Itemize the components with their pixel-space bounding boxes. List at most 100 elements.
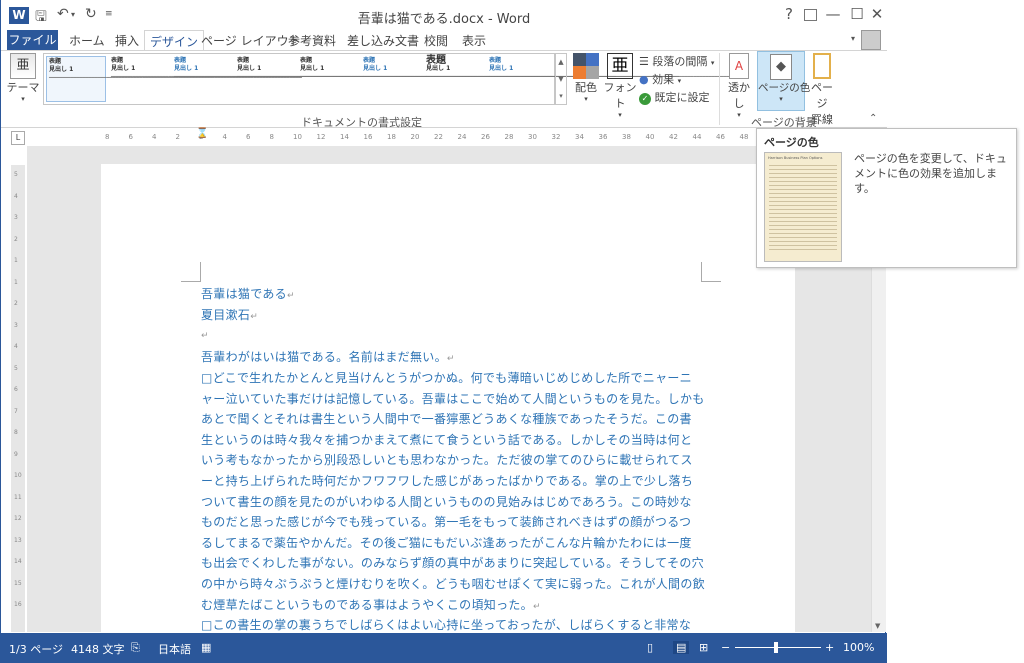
restore-button[interactable]: ☐ bbox=[847, 5, 867, 23]
colors-icon bbox=[573, 53, 599, 79]
effects-button[interactable]: ● 効果 ▾ bbox=[639, 71, 681, 87]
style-set-title: 表題 bbox=[426, 55, 446, 66]
paragraph-line: ャー泣いていた事だけは記憶している。吾輩はここで始めて人間というものを見た。しか… bbox=[201, 391, 705, 406]
effects-label: 効果 bbox=[652, 73, 675, 86]
tab-review[interactable]: 校閲 bbox=[424, 32, 448, 49]
theme-button[interactable]: 亜 テーマ ▾ bbox=[5, 53, 41, 103]
ruler-tick-label: 2 bbox=[175, 133, 180, 141]
ruler-tick-label: 36 bbox=[598, 133, 608, 141]
word-count[interactable]: 4148 文字 bbox=[71, 641, 125, 657]
tab-home[interactable]: ホーム bbox=[69, 32, 105, 49]
paragraph-line: いう考もなかったから別段恐しいとも思わなかった。ただ彼の掌てのひらに載せられてス bbox=[201, 453, 693, 468]
tab-insert[interactable]: 挿入 bbox=[115, 32, 139, 49]
set-default-button[interactable]: ✓ 既定に設定 bbox=[639, 89, 710, 105]
indent-marker-icon[interactable]: ⌛ bbox=[196, 128, 208, 139]
watermark-button[interactable]: A 透かし ▾ bbox=[723, 53, 755, 119]
ruler-tick-label: 38 bbox=[622, 133, 631, 141]
horizontal-ruler[interactable]: 8 6 4 2 2 4 6 8 10 12 14 16 18 20 22 24 26 28 30 32 34 36 38 40… bbox=[101, 128, 756, 145]
style-set-item[interactable]: 表題 見出し 1 ━━━━━━━━━━━━━━━━━━━━━━━━━━━━━━━━━… bbox=[487, 56, 742, 102]
style-set-heading: 見出し 1 bbox=[300, 65, 325, 72]
colors-button[interactable]: 配色 ▾ bbox=[571, 53, 601, 103]
zoom-in-button[interactable]: + bbox=[825, 641, 834, 654]
tab-file[interactable]: ファイル bbox=[7, 30, 58, 50]
collapse-ribbon-icon[interactable]: ⌃ bbox=[869, 113, 877, 124]
zoom-out-button[interactable]: − bbox=[721, 641, 730, 654]
proofing-icon[interactable]: ⎘ bbox=[131, 641, 140, 655]
zoom-level[interactable]: 100% bbox=[843, 641, 874, 654]
macro-icon[interactable]: ▦ bbox=[201, 641, 211, 654]
chevron-down-icon: ▾ bbox=[21, 95, 25, 103]
tab-references[interactable]: 参考資料 bbox=[288, 32, 336, 49]
zoom-slider-thumb[interactable] bbox=[774, 642, 778, 653]
tooltip-preview-image: Harrison Business Plan Options bbox=[764, 152, 842, 262]
paragraph-mark: ↵ bbox=[446, 354, 455, 364]
document-author: 夏目漱石↵ bbox=[201, 305, 701, 328]
read-mode-icon[interactable]: ▯ bbox=[647, 641, 653, 654]
paragraph-line: あとで聞くとそれは書生という人間中で一番獰悪どうあくな種族であったそうだ。この書 bbox=[201, 412, 692, 427]
page-count[interactable]: 1/3 ページ bbox=[9, 641, 63, 657]
paragraph-line: の中から時々ぷうぷうと煙けむりを吹く。どうも咽むせぽくて実に弱った。これが人間の… bbox=[201, 576, 705, 591]
document-area: 吾輩は猫である↵ 夏目漱石↵ ↵ 吾輩わがはいは猫である。名前はまだ無い。↵ □… bbox=[27, 146, 871, 634]
tab-selector[interactable]: L bbox=[11, 131, 25, 145]
ruler-tick-label: 16 bbox=[14, 601, 22, 608]
title-bar: W 🖫 ↶ ▾ ↻ ≡ 吾輩は猫である.docx - Word ? — ☐ ✕ bbox=[1, 0, 887, 30]
scroll-down-icon[interactable]: ▼ bbox=[875, 622, 880, 630]
margin-corner bbox=[701, 262, 721, 282]
ruler-tick-label: 18 bbox=[387, 133, 396, 141]
document-page[interactable]: 吾輩は猫である↵ 夏目漱石↵ ↵ 吾輩わがはいは猫である。名前はまだ無い。↵ □… bbox=[101, 164, 795, 634]
style-set-title: 表題 bbox=[363, 57, 376, 64]
tooltip-description: ページの色を変更して、ドキュメントに色の効果を追加します。 bbox=[854, 152, 1007, 195]
gallery-down-icon[interactable]: ▼ bbox=[556, 71, 566, 88]
ribbon-display-options-button[interactable] bbox=[804, 9, 817, 21]
style-set-item[interactable]: 表題 見出し 1 ━━━━━━━━━━━━━━━━━━━━━━━━━━━━━━━━━… bbox=[424, 55, 679, 102]
style-set-item[interactable]: 表題 見出し 1 ━━━━━━━━━━━━━━━━━━━━━━━━━━━━━━━━━… bbox=[235, 56, 490, 102]
style-set-item[interactable]: 表題 見出し 1 ━━━━━━━━━━━━━━━━━━━━━━━━━━━━━━━━━… bbox=[109, 56, 364, 102]
style-set-gallery: 表題 見出し 1 ━━━━━━━━━━━━━━━━━━━━━━━━━━━━━━━━━… bbox=[43, 53, 742, 105]
paragraph-spacing-button[interactable]: ☰ 段落の間隔 ▾ bbox=[639, 53, 714, 69]
style-set-item[interactable]: 表題 見出し 1 ━━━━━━━━━━━━━━━━━━━━━━━━━━━━━━━━━… bbox=[361, 56, 616, 102]
ruler-tick-label: 28 bbox=[504, 133, 514, 141]
ruler-tick-label: 6 bbox=[128, 133, 133, 141]
tab-design[interactable]: デザイン bbox=[144, 30, 205, 51]
ruler-tick-label: 20 bbox=[410, 133, 420, 141]
chevron-down-icon: ▾ bbox=[779, 95, 783, 103]
help-button[interactable]: ? bbox=[779, 5, 799, 23]
avatar[interactable] bbox=[861, 30, 881, 50]
ruler-tick-label: 3 bbox=[14, 214, 18, 221]
page-color-button[interactable]: ◆ ページの色 ▾ bbox=[757, 51, 810, 111]
ruler-tick-label: 8 bbox=[14, 429, 18, 436]
theme-label: テーマ bbox=[6, 81, 40, 94]
print-layout-icon[interactable]: ▤ bbox=[673, 641, 690, 654]
tab-mailings[interactable]: 差し込み文書 bbox=[347, 32, 419, 49]
ruler-tick-label: 2 bbox=[14, 300, 18, 307]
gallery-up-icon[interactable]: ▲ bbox=[556, 54, 566, 71]
zoom-slider[interactable] bbox=[735, 647, 821, 648]
ruler-tick-label: 5 bbox=[14, 171, 18, 178]
ruler-tick-label: 24 bbox=[457, 133, 467, 141]
paragraph-mark: ↵ bbox=[286, 291, 295, 301]
gallery-scroll[interactable]: ▲ ▼ ▾ bbox=[555, 53, 567, 105]
ruler-tick-label: 4 bbox=[14, 192, 18, 200]
fonts-button[interactable]: 亜 フォント ▾ bbox=[603, 53, 637, 119]
paragraph-1: 吾輩わがはいは猫である。名前はまだ無い。↵ bbox=[201, 347, 701, 370]
tab-view[interactable]: 表示 bbox=[462, 32, 486, 49]
style-set-item[interactable]: 表題 見出し 1 ━━━━━━━━━━━━━━━━━━━━━━━━━━━━━━━━━… bbox=[298, 56, 553, 102]
colors-label: 配色 bbox=[575, 81, 597, 94]
gallery-more-icon[interactable]: ▾ bbox=[556, 88, 566, 105]
ruler-tick-label: 10 bbox=[14, 472, 22, 479]
web-layout-icon[interactable]: ⊞ bbox=[699, 641, 708, 654]
style-set-item[interactable]: 表題 見出し 1 ━━━━━━━━━━━━━━━━━━━━━━━━━━━━━━━━━… bbox=[46, 56, 302, 102]
close-button[interactable]: ✕ bbox=[867, 5, 887, 23]
language-indicator[interactable]: 日本語 bbox=[158, 641, 191, 657]
ruler-tick-label: 14 bbox=[340, 133, 349, 141]
ruler-tick-label: 11 bbox=[14, 493, 22, 501]
style-set-heading: 見出し 1 bbox=[489, 65, 514, 72]
vertical-ruler[interactable]: 5 4 3 2 1 1 2 3 4 5 6 7 8 9 10 11 12 13 14 15 16 bbox=[11, 165, 25, 632]
minimize-button[interactable]: — bbox=[823, 5, 843, 23]
style-set-item[interactable]: 表題 見出し 1 ━━━━━━━━━━━━━━━━━━━━━━━━━━━━━━━━━… bbox=[172, 56, 427, 102]
preview-lines bbox=[769, 162, 837, 252]
ruler-tick-label: 14 bbox=[14, 558, 22, 565]
account-dropdown-icon[interactable]: ▾ bbox=[851, 34, 855, 43]
tab-page-layout[interactable]: ページ レイアウト bbox=[201, 32, 301, 49]
title-text: 吾輩は猫である bbox=[201, 287, 287, 301]
